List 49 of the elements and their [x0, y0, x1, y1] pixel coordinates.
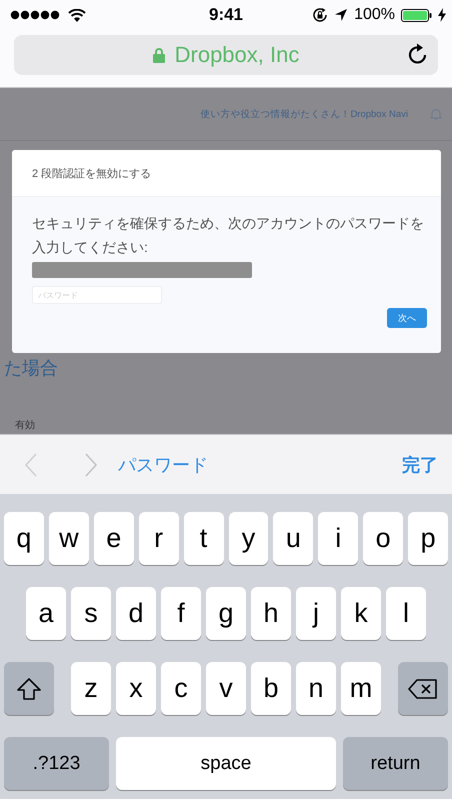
reload-icon[interactable] — [408, 43, 428, 65]
key[interactable]: f — [161, 587, 201, 640]
section-heading: た場合 — [4, 357, 58, 380]
key[interactable]: w — [48, 512, 89, 565]
return-key[interactable]: return — [343, 737, 448, 790]
key[interactable]: j — [296, 587, 336, 640]
charging-icon — [438, 8, 446, 22]
key[interactable]: e — [94, 512, 134, 565]
key[interactable]: a — [26, 587, 66, 640]
key[interactable]: o — [363, 512, 404, 565]
key[interactable]: s — [71, 587, 111, 640]
numbers-key[interactable]: .?123 — [4, 737, 109, 790]
site-title: Dropbox, Inc — [174, 42, 300, 68]
shift-key[interactable] — [4, 662, 54, 715]
status-time: 9:41 — [208, 5, 244, 25]
dialog-title: 2 段階認証を無効にする — [32, 166, 152, 180]
status-label: 有効 — [15, 418, 35, 432]
delete-icon — [408, 678, 438, 698]
key[interactable]: g — [206, 587, 246, 640]
shift-icon — [17, 678, 41, 700]
dialog-message: セキュリティを確保するため、次のアカウントのパスワードを入力してください: — [32, 214, 425, 257]
lock-icon — [152, 47, 165, 63]
space-key[interactable]: space — [116, 737, 336, 790]
key[interactable]: l — [386, 587, 426, 640]
key[interactable]: p — [408, 512, 448, 565]
key[interactable]: i — [318, 512, 358, 565]
key[interactable]: n — [296, 662, 336, 715]
key[interactable]: x — [116, 662, 156, 715]
key[interactable]: r — [138, 512, 179, 565]
wifi-icon — [68, 8, 86, 22]
key[interactable]: h — [251, 587, 291, 640]
signal-icon — [10, 10, 62, 20]
key[interactable]: d — [116, 587, 156, 640]
location-arrow-icon — [334, 8, 348, 22]
field-label: パスワード — [118, 454, 208, 476]
key[interactable]: y — [228, 512, 268, 565]
key[interactable]: b — [251, 662, 291, 715]
key[interactable]: m — [341, 662, 381, 715]
battery-icon — [401, 8, 432, 22]
key[interactable]: t — [184, 512, 224, 565]
key[interactable]: u — [273, 512, 314, 565]
key[interactable]: k — [341, 587, 381, 640]
key[interactable]: v — [206, 662, 246, 715]
battery-percentage: 100% — [354, 6, 395, 24]
key[interactable]: c — [161, 662, 201, 715]
delete-key[interactable] — [398, 662, 448, 715]
rotation-lock-icon — [312, 7, 328, 23]
key[interactable]: z — [71, 662, 111, 715]
key[interactable]: q — [4, 512, 44, 565]
